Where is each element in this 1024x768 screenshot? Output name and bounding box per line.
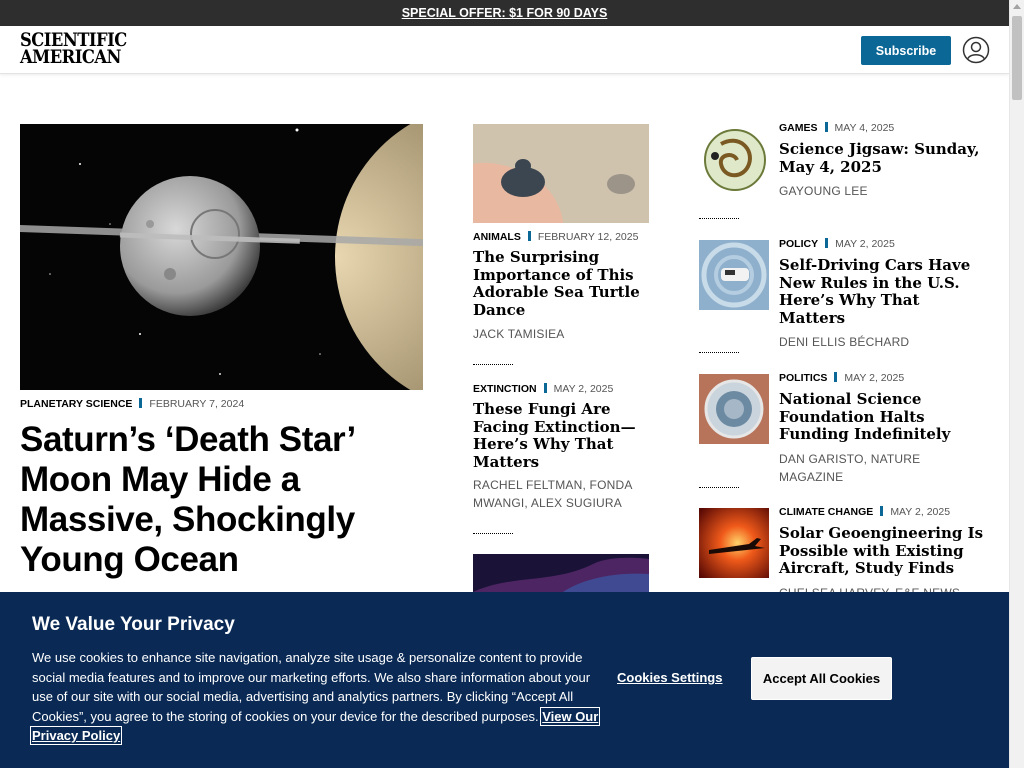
kicker-separator — [825, 238, 829, 248]
cookie-banner-text: We use cookies to enhance site navigatio… — [29, 648, 612, 746]
hero-article-image[interactable] — [20, 124, 423, 390]
nsf-seal-photo — [699, 374, 769, 444]
jigsaw-image[interactable] — [699, 124, 769, 194]
article-card: CLIMATE CHANGE MAY 2, 2025 Solar Geoengin… — [779, 505, 984, 602]
scroll-up-arrow-icon[interactable] — [1013, 4, 1021, 9]
self-driving-car-photo — [699, 240, 769, 310]
article-divider — [699, 218, 739, 219]
cookies-settings-button[interactable]: Cookies Settings — [617, 670, 722, 685]
saturn-moon-illustration — [20, 124, 423, 390]
hero-category[interactable]: PLANETARY SCIENCE — [20, 398, 132, 410]
article-title[interactable]: The Surprising Importance of This Adorab… — [473, 248, 649, 319]
article-category[interactable]: CLIMATE CHANGE — [779, 506, 873, 518]
article-card: POLITICS MAY 2, 2025 National Science Fou… — [779, 371, 984, 486]
cookie-banner-title: We Value Your Privacy — [32, 614, 235, 635]
article-byline[interactable]: DENI ELLIS BÉCHARD — [779, 333, 984, 351]
promo-bar: SPECIAL OFFER: $1 FOR 90 DAYS — [0, 0, 1009, 26]
article-title[interactable]: National Science Foundation Halts Fundin… — [779, 390, 984, 444]
article-kicker: POLITICS MAY 2, 2025 — [779, 371, 984, 385]
article-byline[interactable]: RACHEL FELTMAN, FONDA MWANGI, ALEX SUGIU… — [473, 476, 649, 512]
article-date: MAY 2, 2025 — [844, 372, 905, 384]
sunset-aircraft-photo — [699, 508, 769, 578]
article-date: MAY 4, 2025 — [834, 122, 895, 134]
article-kicker: POLICY MAY 2, 2025 — [779, 237, 984, 251]
article-title[interactable]: These Fungi Are Facing Extinction—Here’s… — [473, 400, 649, 471]
article-card: GAMES MAY 4, 2025 Science Jigsaw: Sunday,… — [779, 121, 984, 200]
kicker-separator — [880, 506, 884, 516]
hero-title[interactable]: Saturn’s ‘Death Star’ Moon May Hide a Ma… — [20, 420, 420, 580]
scrollbar-thumb[interactable] — [1012, 16, 1022, 100]
article-kicker: ANIMALS FEBRUARY 12, 2025 — [473, 230, 638, 244]
article-date: FEBRUARY 12, 2025 — [537, 231, 639, 243]
article-category[interactable]: GAMES — [779, 122, 818, 134]
article-date: MAY 2, 2025 — [890, 506, 951, 518]
article-byline[interactable]: JACK TAMISIEA — [473, 325, 649, 343]
sea-turtle-photo — [473, 124, 649, 223]
subscribe-button[interactable]: Subscribe — [861, 36, 951, 65]
jigsaw-photo — [699, 124, 769, 194]
kicker-separator — [139, 398, 143, 408]
nebula-photo — [473, 554, 649, 592]
logo-line-2: AMERICAN — [20, 46, 121, 68]
kicker-separator — [824, 122, 828, 132]
article-divider — [473, 533, 513, 534]
article-divider — [473, 364, 513, 365]
self-driving-car-image[interactable] — [699, 240, 769, 310]
article-title[interactable]: Self-Driving Cars Have New Rules in the … — [779, 256, 984, 327]
article-kicker: EXTINCTION MAY 2, 2025 — [473, 382, 613, 396]
kicker-separator — [834, 372, 838, 382]
kicker-separator — [527, 231, 531, 241]
article-byline[interactable]: DAN GARISTO, NATURE MAGAZINE — [779, 450, 984, 486]
article-date: MAY 2, 2025 — [835, 238, 895, 250]
cookie-description: We use cookies to enhance site navigatio… — [32, 650, 591, 724]
article-byline[interactable]: GAYOUNG LEE — [779, 182, 984, 200]
article-divider — [699, 352, 739, 353]
article-category[interactable]: POLICY — [779, 238, 818, 250]
special-offer-link[interactable]: SPECIAL OFFER: $1 FOR 90 DAYS — [402, 0, 608, 26]
article-kicker: CLIMATE CHANGE MAY 2, 2025 — [779, 505, 984, 519]
nsf-seal-image[interactable] — [699, 374, 769, 444]
sunset-aircraft-image[interactable] — [699, 508, 769, 578]
account-icon[interactable] — [962, 36, 990, 64]
site-header: SCIENTIFIC AMERICAN Subscribe — [0, 26, 1009, 74]
hero-date: FEBRUARY 7, 2024 — [149, 398, 245, 410]
article-divider — [699, 487, 739, 488]
article-title[interactable]: Solar Geoengineering Is Possible with Ex… — [779, 524, 984, 578]
kicker-separator — [543, 383, 547, 393]
site-logo[interactable]: SCIENTIFIC AMERICAN — [20, 31, 127, 68]
article-category[interactable]: ANIMALS — [473, 231, 521, 243]
cookie-consent-banner: We Value Your Privacy We use cookies to … — [0, 592, 1009, 768]
hero-kicker: PLANETARY SCIENCE FEBRUARY 7, 2024 — [20, 397, 244, 411]
article-card: POLICY MAY 2, 2025 Self-Driving Cars Have… — [779, 237, 984, 351]
accept-all-cookies-button[interactable]: Accept All Cookies — [751, 657, 892, 700]
article-category[interactable]: POLITICS — [779, 372, 827, 384]
sea-turtle-image[interactable] — [473, 124, 649, 223]
article-kicker: GAMES MAY 4, 2025 — [779, 121, 984, 135]
article-category[interactable]: EXTINCTION — [473, 383, 537, 395]
article-date: MAY 2, 2025 — [553, 383, 614, 395]
nebula-image[interactable] — [473, 554, 649, 592]
page-scrollbar[interactable] — [1009, 0, 1024, 768]
article-title[interactable]: Science Jigsaw: Sunday, May 4, 2025 — [779, 140, 984, 176]
